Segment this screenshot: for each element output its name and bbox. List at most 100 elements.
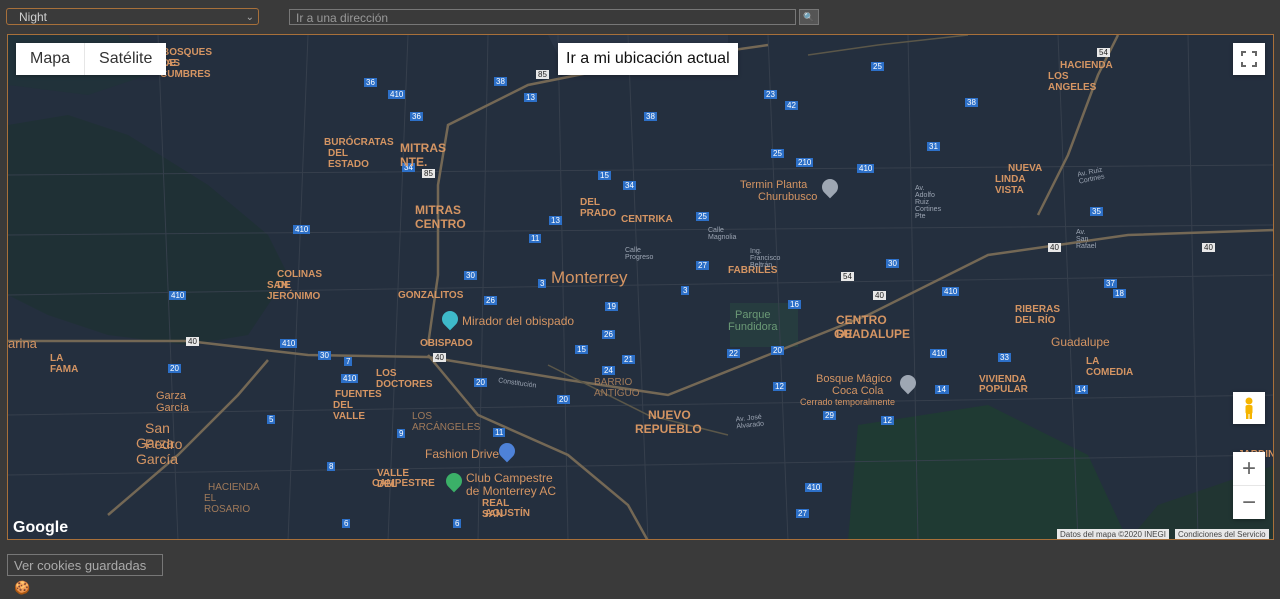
route-shield: 37: [1104, 279, 1117, 288]
route-shield: 34: [623, 181, 636, 190]
route-shield: 410: [341, 374, 359, 383]
map-type-satellite-button[interactable]: Satélite: [84, 43, 166, 75]
route-shield: 20: [474, 378, 487, 387]
route-shield: 410: [857, 164, 875, 173]
cookies-label: Ver cookies guardadas: [14, 558, 147, 573]
route-shield: 25: [771, 149, 784, 158]
search-button[interactable]: 🔍: [799, 9, 819, 25]
route-shield: 27: [796, 509, 809, 518]
route-shield: 3: [681, 286, 690, 295]
route-shield: 410: [805, 483, 823, 492]
route-shield: 18: [1113, 289, 1126, 298]
route-shield: 40: [433, 353, 446, 362]
map-style-select[interactable]: Night ⌄: [6, 8, 259, 25]
area-label: CENTRIKA: [621, 214, 673, 225]
route-shield: 20: [168, 364, 181, 373]
poi-status: Cerrado temporalmente: [800, 397, 896, 407]
google-logo: Google: [13, 519, 69, 536]
route-shield: 11: [493, 428, 506, 437]
area-label: DEL VALLE: [333, 400, 366, 422]
route-shield: 11: [529, 234, 542, 243]
poi-fashion-drive[interactable]: Fashion Drive: [425, 439, 519, 463]
area-label: POPULAR: [979, 384, 1028, 395]
area-label: REPUEBLO: [635, 422, 702, 436]
zoom-out-button[interactable]: −: [1233, 485, 1265, 519]
street-label: Av. José Alvarado: [735, 413, 765, 431]
route-shield: 33: [998, 353, 1011, 362]
my-location-button[interactable]: Ir a mi ubicación actual: [558, 43, 738, 75]
map-canvas[interactable]: 36 410 36 38 85 13 38 23 42 25 210 410 3…: [7, 34, 1274, 540]
poi-name: Termin Planta: [740, 179, 808, 191]
area-label: MITRAS NTE.: [400, 141, 446, 169]
poi-name: Parque: [735, 309, 771, 321]
route-shield: 12: [773, 382, 786, 391]
city-label: Guadalupe: [1051, 335, 1110, 349]
zoom-in-button[interactable]: +: [1233, 452, 1265, 485]
route-shield: 19: [605, 302, 618, 311]
poi-name: Fashion Drive: [425, 447, 500, 461]
route-shield: 38: [965, 98, 978, 107]
route-shield: 27: [696, 261, 709, 270]
poi-termin[interactable]: Termin Planta Churubusco: [740, 175, 842, 203]
route-shield: 410: [388, 90, 406, 99]
route-shield: 20: [557, 395, 570, 404]
route-shield: 35: [1090, 207, 1103, 216]
street-label: Av. San Rafael: [1076, 229, 1097, 250]
city-label: Garza García: [136, 435, 179, 467]
route-shield: 5: [267, 415, 276, 424]
area-label: LOS DOCTORES: [376, 368, 433, 390]
route-shield: 36: [364, 78, 377, 87]
route-shield: 6: [453, 519, 462, 528]
pegman-icon: [1245, 397, 1253, 419]
route-shield: 9: [397, 429, 406, 438]
area-label: SAN JERÓNIMO: [267, 280, 321, 302]
street-view-pegman[interactable]: [1233, 392, 1265, 424]
route-shield: 210: [796, 158, 814, 167]
area-label: NUEVO: [648, 408, 691, 422]
route-shield: 40: [186, 337, 199, 346]
fullscreen-icon: [1241, 51, 1257, 67]
route-shield: 26: [602, 330, 615, 339]
route-shield: 30: [886, 259, 899, 268]
route-shield: 8: [327, 462, 336, 471]
poi-fundidora[interactable]: Parque Fundidora: [728, 309, 778, 333]
poi-bosque[interactable]: Bosque Mágico Coca Cola Cerrado temporal…: [792, 371, 920, 407]
route-shield: 30: [318, 351, 331, 360]
map-type-control: Mapa Satélite: [16, 43, 167, 75]
area-label: HACIENDA: [208, 482, 260, 493]
route-shield: 14: [1075, 385, 1088, 394]
route-shield: 42: [785, 101, 798, 110]
route-shield: 23: [764, 90, 777, 99]
route-shield: 30: [464, 271, 477, 280]
chevron-down-icon: ⌄: [245, 12, 254, 23]
fullscreen-button[interactable]: [1233, 43, 1265, 75]
terms-link[interactable]: Condiciones del Servicio: [1175, 529, 1269, 539]
route-shield: 85: [536, 70, 549, 79]
area-label: OBISPADO: [420, 338, 473, 349]
area-label: Garza García: [156, 390, 190, 414]
route-shield: 38: [494, 77, 507, 86]
poi-name: de Monterrey AC: [466, 484, 557, 498]
map-attribution: Datos del mapa ©2020 INEGI: [1057, 529, 1169, 539]
route-shield: 410: [280, 339, 298, 348]
route-shield: 410: [169, 291, 187, 300]
area-label: MITRAS CENTRO: [415, 203, 466, 231]
route-shield: 13: [524, 93, 537, 102]
address-input[interactable]: Ir a una dirección: [289, 9, 796, 25]
view-cookies-button[interactable]: Ver cookies guardadas 🍪: [7, 554, 163, 595]
area-label: AGUSTÍN: [485, 508, 530, 519]
area-label: arina: [8, 336, 37, 351]
area-label: CAMPESTRE: [372, 478, 435, 489]
route-shield: 29: [823, 411, 836, 420]
route-shield: 25: [696, 212, 709, 221]
poi-name: Coca Cola: [832, 385, 884, 397]
area-label: NUEVA: [1008, 163, 1043, 174]
area-label: BARRIO ANTIGUO: [594, 377, 640, 399]
poi-name: Mirador del obispado: [462, 314, 575, 328]
map-type-map-button[interactable]: Mapa: [16, 43, 84, 75]
street-label: Ing. Francisco Beltrán: [750, 248, 781, 269]
map-style-value: Night: [19, 10, 48, 24]
route-shield: 12: [881, 416, 894, 425]
area-label: DEL ESTADO: [328, 148, 369, 170]
route-shield: 31: [927, 142, 940, 151]
